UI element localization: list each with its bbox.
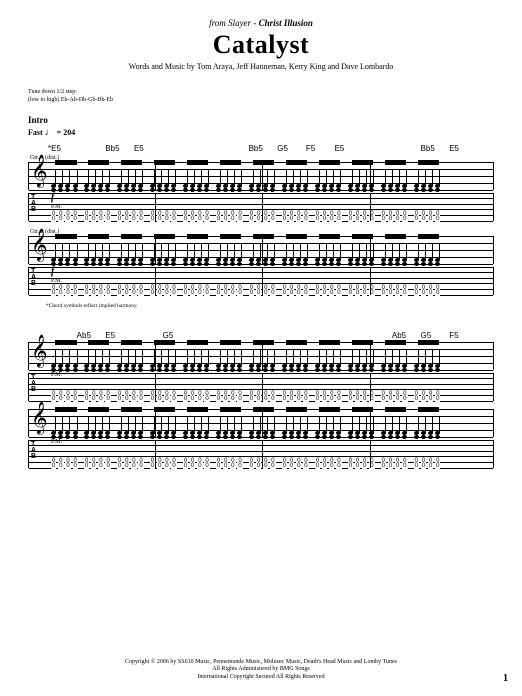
footnote: *Chord symbols reflect implied harmony. (28, 303, 494, 309)
chord-symbol: F5 (306, 144, 335, 153)
system-2: Ab5E5G5Ab5G5F5 𝄞 P.M. T A B 000000000000… (28, 331, 494, 468)
notation-staff: 𝄞 f P.M. (28, 162, 494, 190)
treble-clef-icon: 𝄞 (31, 405, 48, 433)
quarter-note-icon: ♩ (45, 127, 55, 138)
tab-label: T A B (31, 269, 36, 288)
tab-staff: T A B 0000000000000000000000000000000000… (28, 267, 494, 295)
chord-symbol: Ab5 (392, 331, 421, 340)
chord-symbol: Bb5 (105, 144, 134, 153)
chord-row-1: *E5Bb5E5Bb5G5F5E5Bb5E5 (28, 144, 494, 153)
copyright-line3: International Copyright Secured All Righ… (28, 674, 494, 682)
tempo-prefix: Fast (28, 128, 43, 137)
gtr1-group-2: 𝄞 P.M. T A B 000000000000000000000000000… (28, 342, 494, 401)
header: from Slayer - Christ Illusion Catalyst W… (28, 18, 494, 71)
artist-name: Slayer (228, 18, 251, 28)
chord-symbol: G5 (421, 331, 450, 340)
chord-symbol: F5 (449, 331, 478, 340)
chord-symbol (335, 331, 364, 340)
system-1: *E5Bb5E5Bb5G5F5E5Bb5E5 Gtr. 1 (dist.) 𝄞 … (28, 144, 494, 309)
gtr2-group-2: 𝄞 P.M. T A B 000000000000000000000000000… (28, 409, 494, 468)
tuning-line1: Tune down 1/2 step: (28, 89, 494, 97)
chord-symbol: Bb5 (249, 144, 278, 153)
tempo-value: = 204 (57, 128, 76, 137)
tab-label: T A B (31, 375, 36, 394)
chord-symbol (363, 144, 392, 153)
chord-symbol: Bb5 (421, 144, 450, 153)
treble-clef-icon: 𝄞 (31, 158, 48, 186)
chord-symbol: E5 (134, 144, 163, 153)
chord-symbol: G5 (277, 144, 306, 153)
chord-symbol (392, 144, 421, 153)
tab-staff: T A B 0000000000000000000000000000000000… (28, 193, 494, 221)
chord-symbol: Ab5 (77, 331, 106, 340)
chord-symbol (306, 331, 335, 340)
notation-staff: 𝄞 P.M. (28, 409, 494, 437)
treble-clef-icon: 𝄞 (31, 232, 48, 260)
source-prefix: from (209, 18, 226, 28)
chord-symbol (163, 144, 192, 153)
section-label: Intro (28, 115, 494, 125)
chord-symbol: *E5 (48, 144, 77, 153)
credits: Words and Music by Tom Araya, Jeff Hanne… (28, 62, 494, 71)
tab-staff: T A B 0000000000000000000000000000000000… (28, 440, 494, 468)
chord-symbol: E5 (335, 144, 364, 153)
chord-symbol (220, 144, 249, 153)
source-line: from Slayer - Christ Illusion (28, 18, 494, 28)
album-name: Christ Illusion (259, 18, 313, 28)
gtr2-group: Gtr. 2 (dist.) 𝄞 f P.M. T A B 0000000000… (28, 229, 494, 295)
treble-clef-icon: 𝄞 (31, 338, 48, 366)
chord-symbol (220, 331, 249, 340)
chord-symbol (363, 331, 392, 340)
tab-label: T A B (31, 195, 36, 214)
chord-symbol (77, 144, 106, 153)
tab-label: T A B (31, 442, 36, 461)
chord-symbol (277, 331, 306, 340)
chord-symbol: G5 (163, 331, 192, 340)
gtr1-group: Gtr. 1 (dist.) 𝄞 f P.M. T A B 0000000000… (28, 155, 494, 221)
tuning-line2: (low to high) Eb-Ab-Db-Gb-Bb-Eb (28, 97, 494, 105)
copyright-block: Copyright © 2006 by SS610 Music, Pennemu… (28, 659, 494, 682)
chord-symbol (191, 144, 220, 153)
tuning-block: Tune down 1/2 step: (low to high) Eb-Ab-… (28, 89, 494, 105)
chord-symbol (191, 331, 220, 340)
chord-symbol (48, 331, 77, 340)
song-title: Catalyst (28, 30, 494, 60)
notation-staff: 𝄞 f P.M. (28, 236, 494, 264)
notation-staff: 𝄞 P.M. (28, 342, 494, 370)
tab-staff: T A B 0000000000000000000000000000000000… (28, 373, 494, 401)
tempo-marking: Fast ♩ = 204 (28, 127, 494, 138)
copyright-line1: Copyright © 2006 by SS610 Music, Pennemu… (28, 659, 494, 667)
chord-symbol (134, 331, 163, 340)
copyright-line2: All Rights Administered by BMG Songs (28, 666, 494, 674)
chord-row-2: Ab5E5G5Ab5G5F5 (28, 331, 494, 340)
chord-symbol: E5 (105, 331, 134, 340)
page-number: 1 (503, 673, 508, 684)
chord-symbol (249, 331, 278, 340)
chord-symbol: E5 (449, 144, 478, 153)
